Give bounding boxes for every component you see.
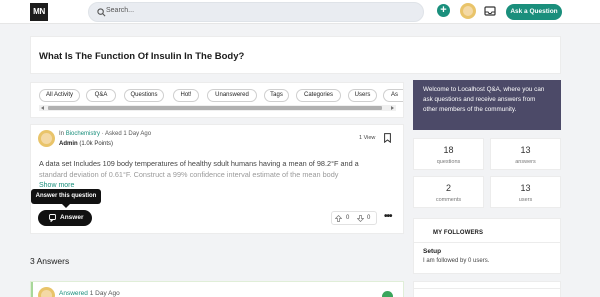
more-options-icon[interactable]: ••• — [384, 211, 392, 222]
answer-meta: Answered 1 Day Ago — [59, 290, 120, 297]
author-name[interactable]: Admin — [59, 141, 78, 147]
inbox-icon[interactable] — [484, 6, 496, 16]
answer-tooltip: Answer this question — [31, 189, 101, 208]
stat-questions[interactable]: 18 questions — [413, 138, 484, 170]
scrollbar-thumb[interactable] — [48, 106, 382, 110]
stat-questions-count: 18 — [443, 145, 454, 155]
scroll-left-arrow-icon[interactable] — [41, 106, 44, 110]
site-logo[interactable]: MN — [30, 3, 48, 21]
author-avatar[interactable] — [38, 130, 55, 147]
stat-comments[interactable]: 2 comments — [413, 176, 484, 208]
my-followers-widget: MY FOLLOWERS Setup I am followed by 0 us… — [413, 218, 561, 274]
answer-button-label: Answer — [60, 214, 84, 221]
stat-comments-count: 2 — [445, 183, 451, 193]
answer-card: Answered 1 Day Ago — [30, 281, 404, 297]
question-meta: In Biochemistry · Asked 1 Day Ago — [59, 131, 152, 137]
search-placeholder: Search... — [106, 7, 135, 14]
answer-author-avatar[interactable] — [38, 287, 55, 297]
tab-users[interactable]: Users — [348, 89, 377, 102]
author-points: (1.0k Points) — [79, 141, 114, 147]
question-body-line-1: A data set Includes 109 body temperature… — [39, 159, 359, 168]
answers-count: 3 Answers — [30, 256, 70, 266]
scroll-right-arrow-icon[interactable] — [391, 106, 394, 110]
view-count: 1 View — [359, 135, 376, 141]
upvote-count: 0 — [346, 215, 350, 221]
question-body: A data set Includes 109 body temperature… — [39, 158, 395, 180]
answered-time: 1 Day Ago — [89, 290, 120, 297]
stat-users[interactable]: 13 users — [490, 176, 561, 208]
top-navbar: MN Search... + Ask a Question — [0, 0, 600, 24]
stat-questions-label: questions — [436, 159, 461, 165]
tab-all-activity[interactable]: All Activity — [39, 89, 80, 102]
user-avatar[interactable] — [460, 3, 476, 19]
stat-answers-count: 13 — [520, 145, 531, 155]
vote-widget: 0 0 — [331, 211, 377, 225]
downvote-icon[interactable] — [357, 215, 364, 222]
tab-categories[interactable]: Categories — [296, 89, 341, 102]
downvote-count: 0 — [367, 215, 371, 221]
question-title: What Is The Function Of Insulin In The B… — [39, 51, 245, 62]
chat-icon — [49, 214, 56, 222]
search-input[interactable]: Search... — [88, 2, 424, 22]
search-icon — [97, 8, 106, 17]
stat-users-label: users — [518, 197, 533, 203]
best-answer-check-icon — [382, 291, 393, 297]
question-title-card: What Is The Function Of Insulin In The B… — [30, 36, 561, 74]
stat-answers-label: answers — [515, 159, 536, 165]
tab-ask[interactable]: As — [383, 89, 403, 102]
upvote-icon[interactable] — [335, 215, 342, 222]
welcome-box: Welcome to Localhost Q&A, where you can … — [413, 80, 561, 130]
author-line: Admin (1.0k Points) — [59, 141, 113, 147]
add-icon[interactable]: + — [437, 4, 450, 17]
ask-question-button[interactable]: Ask a Question — [506, 4, 562, 20]
tab-hot[interactable]: Hot! — [173, 89, 199, 102]
tab-questions[interactable]: Questions — [124, 89, 164, 102]
tab-unanswered[interactable]: Unanswered — [207, 89, 257, 102]
site-stats: 18 questions 13 answers 2 comments 13 us… — [413, 138, 561, 208]
tab-tags[interactable]: Tags — [264, 89, 289, 102]
tabs-scrollbar[interactable] — [39, 105, 396, 111]
category-link[interactable]: Biochemistry — [66, 131, 100, 137]
followers-user-name[interactable]: Setup — [423, 248, 441, 255]
meta-prefix: In — [59, 131, 65, 137]
answer-button[interactable]: Answer — [38, 210, 92, 226]
tooltip-text: Answer this question — [35, 193, 97, 199]
stat-comments-label: comments — [435, 197, 462, 203]
tab-qa[interactable]: Q&A — [86, 89, 116, 102]
asked-time: Asked 1 Day Ago — [105, 131, 152, 137]
activity-tabs: All Activity Q&A Questions Hot! Unanswer… — [30, 82, 404, 118]
question-card: In Biochemistry · Asked 1 Day Ago Admin … — [30, 124, 404, 234]
stat-users-count: 13 — [520, 183, 531, 193]
show-more-link[interactable]: Show more — [39, 182, 74, 189]
followers-text: I am followed by 0 users. — [423, 258, 490, 264]
followers-heading: MY FOLLOWERS — [433, 230, 484, 236]
sidebar-next-widget — [413, 281, 561, 297]
stat-answers[interactable]: 13 answers — [490, 138, 561, 170]
question-body-line-2: standard deviation of 0.61°F. Construct … — [39, 170, 339, 179]
bookmark-icon[interactable] — [384, 133, 391, 143]
answered-label: Answered — [59, 290, 88, 297]
